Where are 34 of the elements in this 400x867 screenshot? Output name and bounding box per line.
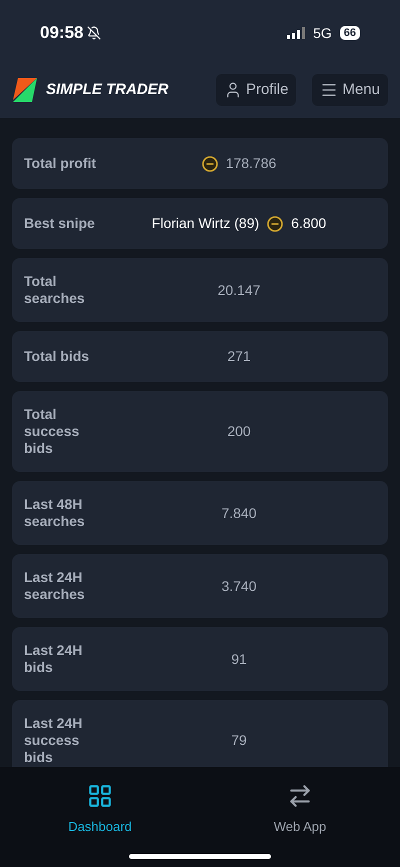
menu-button[interactable]: Menu	[312, 74, 388, 106]
stat-value: 20.147	[218, 280, 260, 300]
coin-icon	[202, 156, 218, 172]
logo-icon	[12, 76, 38, 104]
stat-value: 200	[227, 422, 251, 441]
stat-label: Best snipe	[24, 215, 96, 232]
grid-icon	[87, 783, 113, 809]
stat-value: Florian Wirtz (89)	[152, 214, 260, 233]
menu-icon	[320, 81, 338, 99]
nav-tab[interactable]: Dashboard	[40, 783, 160, 836]
bell-off-icon	[87, 26, 102, 40]
clock: 09:58	[40, 22, 84, 44]
brand-name: SIMPLE TRADER	[46, 80, 169, 100]
stat-value: 3.740	[221, 576, 257, 596]
stat-label: Last 24H success bids	[24, 715, 84, 766]
profile-button[interactable]: Profile	[216, 74, 296, 106]
network-label: 5G	[313, 24, 332, 42]
stat-label: Last 24H bids	[24, 642, 84, 676]
stat-value: 178.786	[226, 154, 276, 173]
stat-label: Last 48H searches	[24, 496, 86, 530]
stat-label: Last 24H searches	[24, 569, 86, 603]
stat-value: 6.800	[291, 214, 326, 233]
stat-label: Total searches	[24, 273, 86, 307]
stat-value: 271	[227, 347, 251, 366]
nav-tab[interactable]: Web App	[240, 783, 360, 836]
stat-value: 79	[231, 731, 247, 750]
battery-indicator: 66	[340, 26, 360, 40]
stat-value: 91	[231, 650, 247, 668]
stat-label: Total success bids	[24, 406, 80, 457]
signal-icon	[287, 27, 306, 39]
coin-icon	[267, 216, 284, 232]
stat-label: Total profit	[24, 155, 98, 172]
stat-label: Total bids	[24, 348, 90, 365]
stat-value: 7.840	[221, 504, 257, 522]
